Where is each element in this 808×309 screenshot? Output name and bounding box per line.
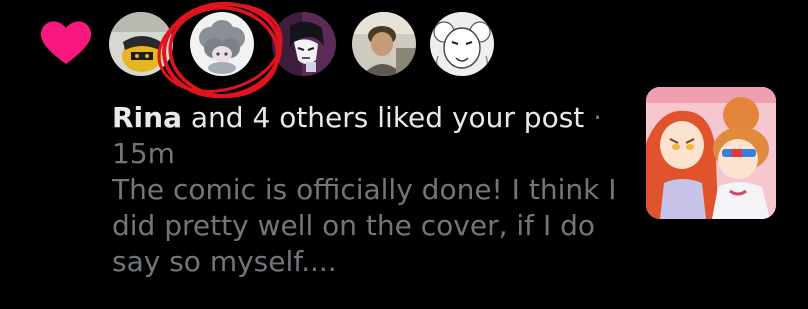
liker-avatar-2[interactable] [190,12,254,76]
yellow-character-avatar [109,12,173,76]
heart-icon [40,21,92,64]
dark-haired-sketch-avatar [272,12,336,76]
liker-avatar-3[interactable] [272,12,336,76]
gray-cloud-hair-avatar [190,12,254,76]
action-text: and 4 others liked your post [182,101,585,134]
notification-headline: Rina and 4 others liked your post · [112,100,622,136]
comic-cover-thumbnail [646,87,776,219]
white-creature-avatar [430,12,494,76]
timestamp: 15m [112,137,175,170]
liker-avatar-5[interactable] [430,12,494,76]
post-thumbnail[interactable] [646,87,776,219]
like-notification[interactable]: Rina and 4 others liked your post · 15m … [0,0,808,309]
post-preview-text[interactable]: The comic is officially done! I think I … [112,172,622,280]
notification-text: Rina and 4 others liked your post · 15m … [112,100,622,280]
liker-avatar-1[interactable] [109,12,173,76]
photo-person-avatar [352,12,416,76]
separator-dot: · [584,101,603,134]
liker-avatar-4[interactable] [352,12,416,76]
actor-name[interactable]: Rina [112,101,182,134]
